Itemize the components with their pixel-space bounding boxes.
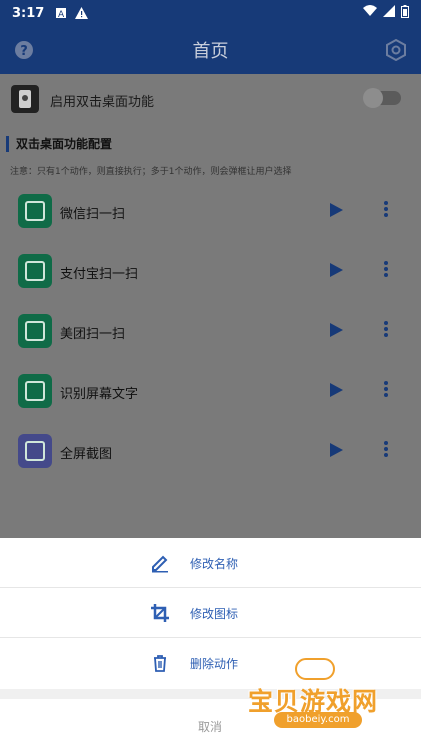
enable-double-tap-row[interactable]: 启用双击桌面功能 bbox=[0, 74, 421, 126]
menu-item-label: 修改名称 bbox=[190, 557, 239, 571]
wechat-scan-icon bbox=[18, 194, 52, 228]
page-title: 首页 bbox=[192, 41, 229, 62]
notification-a-icon: A bbox=[54, 6, 68, 20]
status-bar: 3:17 A bbox=[0, 0, 421, 26]
screenshot-icon bbox=[18, 434, 52, 468]
svg-text:?: ? bbox=[20, 44, 28, 59]
action-name: 美团扫一扫 bbox=[60, 327, 126, 342]
status-time: 3:17 bbox=[12, 5, 45, 21]
play-icon[interactable] bbox=[330, 323, 343, 337]
trash-icon bbox=[150, 653, 170, 673]
help-circle-icon[interactable]: ? bbox=[14, 40, 34, 60]
action-name: 识别屏幕文字 bbox=[60, 387, 139, 402]
alipay-scan-icon bbox=[18, 254, 52, 288]
menu-item-label: 修改图标 bbox=[190, 607, 239, 621]
battery-icon bbox=[401, 4, 409, 22]
section-title: 双击桌面功能配置 bbox=[6, 136, 112, 152]
action-row-screenshot[interactable]: 全屏截图 bbox=[0, 422, 421, 482]
menu-item-label: 删除动作 bbox=[190, 657, 239, 671]
menu-item-rename[interactable]: 修改名称 bbox=[0, 538, 421, 588]
play-icon[interactable] bbox=[330, 263, 343, 277]
action-row-ocr[interactable]: 识别屏幕文字 bbox=[0, 362, 421, 422]
play-icon[interactable] bbox=[330, 443, 343, 457]
action-name: 支付宝扫一扫 bbox=[60, 267, 139, 282]
cancel-label: 取消 bbox=[198, 720, 223, 734]
watermark-url: baobeiy.com bbox=[274, 712, 362, 728]
gamepad-icon bbox=[295, 658, 335, 680]
enable-toggle-switch[interactable] bbox=[363, 88, 401, 108]
play-icon[interactable] bbox=[330, 203, 343, 217]
toggle-knob bbox=[363, 88, 383, 108]
settings-hexagon-icon[interactable] bbox=[385, 38, 407, 62]
more-vert-icon[interactable] bbox=[382, 321, 390, 339]
more-vert-icon[interactable] bbox=[382, 201, 390, 219]
enable-toggle-label: 启用双击桌面功能 bbox=[50, 95, 155, 110]
warning-icon bbox=[74, 6, 88, 20]
action-name: 微信扫一扫 bbox=[60, 207, 126, 222]
watermark: 宝贝游戏网 baobeiy.com bbox=[248, 656, 398, 746]
ocr-icon bbox=[18, 374, 52, 408]
action-row-meituan-scan[interactable]: 美团扫一扫 bbox=[0, 302, 421, 362]
action-row-alipay-scan[interactable]: 支付宝扫一扫 bbox=[0, 242, 421, 302]
play-icon[interactable] bbox=[330, 383, 343, 397]
meituan-scan-icon bbox=[18, 314, 52, 348]
signal-icon bbox=[383, 5, 395, 21]
edit-pencil-icon bbox=[150, 553, 170, 573]
crop-icon bbox=[150, 603, 170, 623]
app-logo-icon bbox=[11, 85, 39, 113]
more-vert-icon[interactable] bbox=[382, 261, 390, 279]
more-vert-icon[interactable] bbox=[382, 381, 390, 399]
wifi-icon bbox=[363, 5, 377, 21]
menu-item-change-icon[interactable]: 修改图标 bbox=[0, 588, 421, 638]
main-content: 启用双击桌面功能 双击桌面功能配置 注意：只有1个动作，则直接执行；多于1个动作… bbox=[0, 74, 421, 538]
app-bar: ? 首页 bbox=[0, 26, 421, 74]
svg-text:A: A bbox=[58, 10, 65, 19]
action-row-wechat-scan[interactable]: 微信扫一扫 bbox=[0, 182, 421, 242]
more-vert-icon[interactable] bbox=[382, 441, 390, 459]
section-note: 注意：只有1个动作，则直接执行；多于1个动作，则会弹框让用户选择 bbox=[10, 167, 292, 177]
action-name: 全屏截图 bbox=[60, 447, 113, 462]
